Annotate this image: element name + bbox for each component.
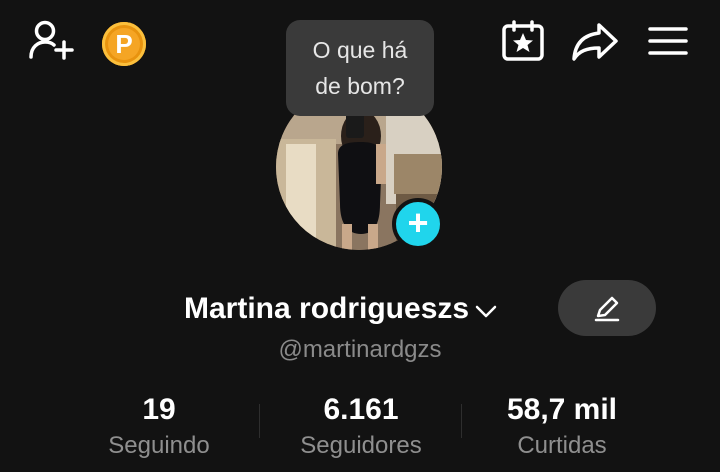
likes-label: Curtidas (517, 432, 607, 459)
hamburger-menu-icon (648, 27, 688, 55)
coins-button[interactable]: P (100, 20, 148, 68)
share-arrow-icon (572, 23, 618, 61)
add-story-button[interactable]: + (392, 198, 444, 250)
add-friend-button[interactable] (26, 18, 76, 62)
following-count: 19 (142, 393, 176, 426)
likes-stat[interactable]: 58,7 mil Curtidas (462, 392, 662, 462)
add-friend-icon (29, 20, 74, 60)
coin-icon: P (102, 22, 146, 66)
note-bubble[interactable]: O que há de bom? (286, 20, 434, 116)
profile-name: Martina rodrigueszs (184, 292, 470, 325)
note-bubble-text: O que há de bom? (312, 37, 408, 99)
edit-profile-button[interactable] (558, 280, 656, 336)
followers-count: 6.161 (323, 393, 399, 426)
following-stat[interactable]: 19 Seguindo (59, 392, 259, 462)
followers-stat[interactable]: 6.161 Seguidores (261, 392, 461, 462)
plus-icon: + (407, 201, 429, 243)
share-button[interactable] (568, 18, 622, 64)
account-switcher[interactable]: Martina rodrigueszs (184, 288, 499, 330)
calendar-button[interactable] (498, 18, 548, 64)
stat-divider (259, 404, 260, 438)
coin-letter: P (115, 28, 133, 59)
followers-label: Seguidores (300, 432, 422, 459)
likes-count: 58,7 mil (506, 393, 618, 426)
pencil-icon (594, 296, 620, 322)
calendar-star-icon (502, 20, 544, 61)
profile-handle: @martinardgzs (278, 336, 442, 363)
chevron-down-icon (475, 305, 497, 318)
following-label: Seguindo (108, 432, 210, 459)
menu-button[interactable] (644, 18, 692, 64)
